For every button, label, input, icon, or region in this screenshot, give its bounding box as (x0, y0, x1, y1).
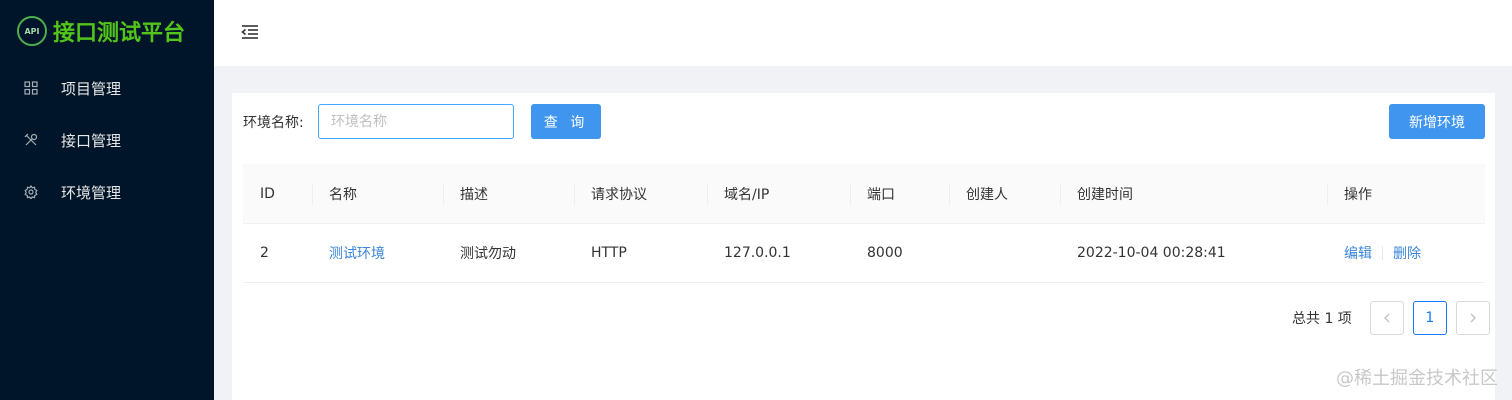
sidebar: API 接口测试平台 项目管理 接口管理 环境管理 (0, 0, 214, 400)
tools-icon (24, 133, 38, 147)
column-header-port: 端口 (850, 164, 949, 223)
chevron-right-icon (1470, 313, 1476, 323)
environment-table: ID 名称 描述 请求协议 域名/IP 端口 创建人 创建时间 操作 2 测试环… (243, 164, 1485, 283)
cell-desc: 测试勿动 (460, 246, 516, 262)
env-name-label: 环境名称: (243, 115, 304, 131)
column-header-protocol: 请求协议 (574, 164, 707, 223)
sidebar-item-label: 环境管理 (61, 183, 122, 202)
cell-host: 127.0.0.1 (724, 245, 791, 261)
column-header-actions: 操作 (1327, 164, 1485, 223)
query-button[interactable]: 查 询 (531, 104, 601, 139)
page-button-current[interactable]: 1 (1412, 301, 1447, 335)
logo[interactable]: API 接口测试平台 (0, 0, 214, 62)
env-name-link[interactable]: 测试环境 (329, 243, 385, 263)
cell-creator (949, 224, 1060, 282)
prev-page-button[interactable] (1369, 301, 1404, 335)
table-row: 2 测试环境 测试勿动 HTTP 127.0.0.1 8000 2022-10-… (243, 224, 1485, 283)
side-menu: 项目管理 接口管理 环境管理 (0, 62, 214, 218)
watermark: @稀土掘金技术社区 (1336, 368, 1498, 389)
main-content: 环境名称: 查 询 新增环境 ID 名称 描述 请求协议 域名/IP 端口 创建… (232, 93, 1495, 400)
env-name-input[interactable] (318, 104, 514, 139)
pagination: 总共 1 项 1 (1292, 301, 1490, 335)
next-page-button[interactable] (1455, 301, 1490, 335)
sidebar-item-environments[interactable]: 环境管理 (0, 166, 214, 218)
api-logo-icon: API (17, 16, 47, 46)
chevron-left-icon (1383, 313, 1390, 323)
add-environment-button[interactable]: 新增环境 (1389, 104, 1485, 139)
logo-title: 接口测试平台 (53, 21, 186, 46)
column-header-created-at: 创建时间 (1060, 164, 1327, 223)
grid-icon (24, 81, 38, 95)
cell-actions: 编辑 删除 (1327, 224, 1485, 282)
column-header-creator: 创建人 (949, 164, 1060, 223)
action-divider (1382, 246, 1383, 260)
column-header-desc: 描述 (443, 164, 574, 223)
edit-link[interactable]: 编辑 (1344, 243, 1372, 263)
delete-link[interactable]: 删除 (1393, 243, 1421, 263)
gear-icon (24, 185, 38, 199)
table-header: ID 名称 描述 请求协议 域名/IP 端口 创建人 创建时间 操作 (243, 164, 1485, 224)
sidebar-item-projects[interactable]: 项目管理 (0, 62, 214, 114)
top-header (214, 0, 1512, 66)
column-header-name: 名称 (312, 164, 443, 223)
pagination-total: 总共 1 项 (1292, 311, 1352, 327)
sidebar-item-interfaces[interactable]: 接口管理 (0, 114, 214, 166)
column-header-host: 域名/IP (707, 164, 850, 223)
column-header-id: ID (260, 185, 275, 202)
menu-fold-icon[interactable] (240, 22, 260, 42)
cell-created-at: 2022-10-04 00:28:41 (1077, 245, 1226, 261)
sidebar-item-label: 项目管理 (61, 79, 122, 98)
cell-id: 2 (260, 245, 269, 261)
sidebar-item-label: 接口管理 (61, 131, 122, 150)
cell-protocol: HTTP (591, 245, 627, 261)
cell-name: 测试环境 (312, 224, 443, 282)
cell-port: 8000 (867, 245, 903, 261)
